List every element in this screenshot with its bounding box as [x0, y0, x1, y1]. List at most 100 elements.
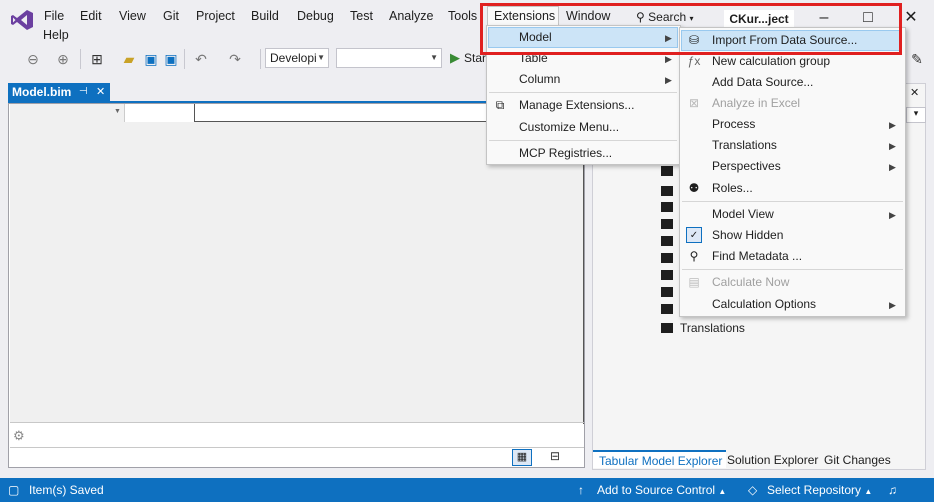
- document-tab-model-bim[interactable]: Model.bim ⊣ ✕: [8, 83, 110, 101]
- pin-icon[interactable]: ⊣: [79, 83, 88, 101]
- notifications-icon[interactable]: ♫: [888, 483, 897, 497]
- find-icon: ⚲: [689, 249, 699, 263]
- tab-tabular-model-explorer[interactable]: Tabular Model Explorer: [593, 450, 727, 468]
- platform-select[interactable]: ▼: [336, 48, 442, 68]
- chevron-down-icon: ▼: [430, 53, 438, 62]
- arrow-up-icon: ↑: [578, 483, 584, 497]
- undo-icon[interactable]: ↶: [192, 50, 210, 68]
- diagram-view-icon[interactable]: ⊟: [546, 449, 564, 466]
- show-hidden-icon: ✓: [686, 227, 702, 243]
- menu-separator: [682, 269, 903, 270]
- folder-icon: [661, 166, 673, 176]
- folder-icon: [661, 270, 673, 280]
- menu-git[interactable]: Git: [163, 8, 179, 24]
- calc-group-icon: ƒx: [687, 54, 701, 68]
- chevron-right-icon: ▶: [889, 300, 896, 310]
- add-to-source-control[interactable]: Add to Source Control ▲: [597, 483, 726, 497]
- menu-analyze[interactable]: Analyze: [389, 8, 433, 24]
- folder-icon: [661, 202, 673, 212]
- chevron-right-icon: ▶: [889, 120, 896, 130]
- chevron-down-icon: ▼: [114, 108, 121, 115]
- chevron-right-icon: ▶: [889, 141, 896, 151]
- folder-icon: [661, 287, 673, 297]
- menu-build[interactable]: Build: [251, 8, 279, 24]
- menu-help[interactable]: Help: [43, 27, 69, 43]
- menu-item-roles[interactable]: Roles...: [712, 178, 753, 198]
- redo-icon[interactable]: ↷: [226, 50, 244, 68]
- menu-separator: [489, 140, 677, 141]
- menu-edit[interactable]: Edit: [80, 8, 102, 24]
- menu-item-show-hidden[interactable]: Show Hidden: [712, 225, 783, 245]
- chevron-up-icon: ▲: [718, 487, 727, 496]
- menu-file[interactable]: File: [44, 8, 64, 24]
- configuration-select[interactable]: Developi ▼: [265, 48, 329, 68]
- forward-icon[interactable]: ⊕: [54, 50, 72, 68]
- feedback-icon[interactable]: ✎: [908, 50, 926, 68]
- menu-item-mcp-registries[interactable]: MCP Registries...: [519, 143, 612, 163]
- menu-view[interactable]: View: [119, 8, 146, 24]
- menu-item-manage-extensions[interactable]: Manage Extensions...: [519, 95, 634, 115]
- menu-item-translations[interactable]: Translations: [712, 135, 777, 155]
- chevron-down-icon: ▼: [317, 53, 325, 62]
- grid-view-icon[interactable]: ▦: [512, 449, 532, 466]
- menu-item-add-data-source[interactable]: Add Data Source...: [712, 72, 813, 92]
- select-repository[interactable]: Select Repository ▲: [767, 483, 872, 497]
- menu-item-find-metadata[interactable]: Find Metadata ...: [712, 246, 802, 266]
- chevron-right-icon: ▶: [889, 162, 896, 172]
- tree-item-translations[interactable]: Translations: [680, 321, 745, 335]
- menu-item-perspectives[interactable]: Perspectives: [712, 156, 781, 176]
- menu-item-calculation-options[interactable]: Calculation Options: [712, 294, 816, 314]
- chevron-right-icon: ▶: [665, 54, 672, 64]
- new-project-icon[interactable]: ⊞: [88, 50, 106, 68]
- save-icon[interactable]: ▣: [142, 50, 160, 68]
- menu-item-customize-menu[interactable]: Customize Menu...: [519, 117, 619, 137]
- configuration-value: Developi: [270, 51, 317, 65]
- menu-project[interactable]: Project: [196, 8, 235, 24]
- menu-separator: [489, 92, 677, 93]
- data-grid-area[interactable]: [10, 122, 584, 422]
- menu-debug[interactable]: Debug: [297, 8, 334, 24]
- menu-item-process[interactable]: Process: [712, 114, 755, 134]
- document-tab-title: Model.bim: [12, 85, 72, 99]
- select-repository-label: Select Repository: [767, 483, 862, 497]
- divider: [10, 422, 584, 423]
- panel-dropdown[interactable]: ▾: [906, 107, 926, 123]
- grid-column-header[interactable]: ▼: [10, 104, 125, 122]
- repository-icon: ◇: [748, 483, 758, 497]
- status-text: Item(s) Saved: [29, 483, 104, 497]
- close-icon[interactable]: ✕: [96, 83, 105, 101]
- folder-icon: [661, 186, 673, 196]
- roles-icon: ⚉: [688, 181, 700, 195]
- menu-tools[interactable]: Tools: [448, 8, 477, 24]
- formula-icon[interactable]: ⚙: [13, 428, 25, 444]
- toolbar-separator: [80, 49, 81, 69]
- folder-icon: [661, 236, 673, 246]
- grid-column-header[interactable]: [125, 104, 195, 122]
- folder-icon: [661, 304, 673, 314]
- close-window-icon[interactable]: ✕: [899, 8, 923, 28]
- divider: [10, 447, 584, 448]
- chevron-up-icon: ▲: [864, 487, 873, 496]
- menu-item-column[interactable]: Column: [519, 69, 560, 89]
- menu-separator: [682, 201, 903, 202]
- calculate-icon: ▤: [688, 275, 700, 289]
- close-icon[interactable]: ✕: [910, 86, 919, 99]
- folder-icon: [661, 253, 673, 263]
- add-to-source-control-label: Add to Source Control: [597, 483, 716, 497]
- tab-solution-explorer[interactable]: Solution Explorer: [727, 453, 818, 467]
- annotation-highlight-box: [480, 3, 902, 55]
- toolbar-separator: [260, 49, 261, 69]
- menu-item-analyze-in-excel: Analyze in Excel: [712, 96, 801, 110]
- tab-git-changes[interactable]: Git Changes: [824, 453, 891, 467]
- menu-item-model-view[interactable]: Model View: [712, 204, 774, 224]
- back-icon[interactable]: ⊖: [24, 50, 42, 68]
- open-folder-icon[interactable]: ▰: [120, 50, 138, 68]
- folder-icon: [661, 323, 673, 333]
- save-all-icon[interactable]: ▣: [162, 50, 180, 68]
- extensions-icon: ⧉: [495, 98, 505, 112]
- play-icon: ▶: [450, 50, 460, 65]
- menu-test[interactable]: Test: [350, 8, 373, 24]
- chevron-right-icon: ▶: [889, 210, 896, 220]
- excel-icon: ⊠: [688, 96, 700, 110]
- visual-studio-logo-icon: [11, 10, 33, 30]
